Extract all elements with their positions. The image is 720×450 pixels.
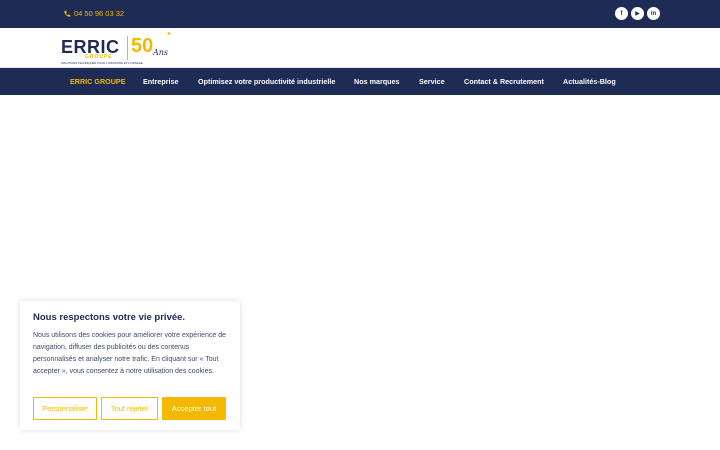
logo-sub: GROUPE — [85, 54, 113, 60]
main-nav: ERRIC GROUPE Entreprise Optimisez votre … — [0, 68, 720, 95]
social-links: f ▶ in — [615, 7, 660, 20]
nav-item-productivite[interactable]: Optimisez votre productivité industriell… — [198, 77, 335, 86]
linkedin-icon[interactable]: in — [647, 7, 660, 20]
sparkle-icon: ✦ — [166, 31, 172, 38]
phone-link[interactable]: 04 50 96 03 32 — [63, 9, 124, 18]
top-bar: 04 50 96 03 32 f ▶ in — [0, 0, 720, 28]
nav-item-erric-groupe[interactable]: ERRIC GROUPE — [70, 77, 126, 86]
nav-item-contact[interactable]: Contact & Recrutement — [464, 77, 544, 86]
site-logo[interactable]: ERRIC GROUPE SOLUTIONS TECHNIQUES POUR L… — [61, 31, 176, 66]
logo-anniversary: 50 — [131, 35, 154, 57]
logo-anniversary-suffix: Ans — [153, 48, 169, 57]
logo-tagline: SOLUTIONS TECHNIQUES POUR L'INDUSTRIE ET… — [61, 61, 143, 65]
customize-button[interactable]: Personnaliser — [33, 397, 97, 420]
youtube-icon[interactable]: ▶ — [631, 7, 644, 20]
cookie-title: Nous respectons votre vie privée. — [33, 312, 186, 323]
logo-divider — [127, 36, 128, 60]
nav-item-entreprise[interactable]: Entreprise — [143, 77, 179, 86]
header: ERRIC GROUPE SOLUTIONS TECHNIQUES POUR L… — [0, 28, 720, 68]
nav-item-service[interactable]: Service — [419, 77, 445, 86]
phone-number[interactable]: 04 50 96 03 32 — [74, 9, 124, 18]
reject-button[interactable]: Tout rejeter — [101, 397, 158, 420]
phone-icon — [64, 10, 71, 17]
nav-item-marques[interactable]: Nos marques — [354, 77, 400, 86]
facebook-icon[interactable]: f — [615, 7, 628, 20]
nav-item-blog[interactable]: Actualités-Blog — [563, 77, 616, 86]
cookie-banner: Nous respectons votre vie privée. Nous u… — [20, 301, 240, 430]
cookie-text: Nous utilisons des cookies pour améliore… — [33, 332, 226, 375]
accept-button[interactable]: Accepter tout — [162, 397, 226, 420]
